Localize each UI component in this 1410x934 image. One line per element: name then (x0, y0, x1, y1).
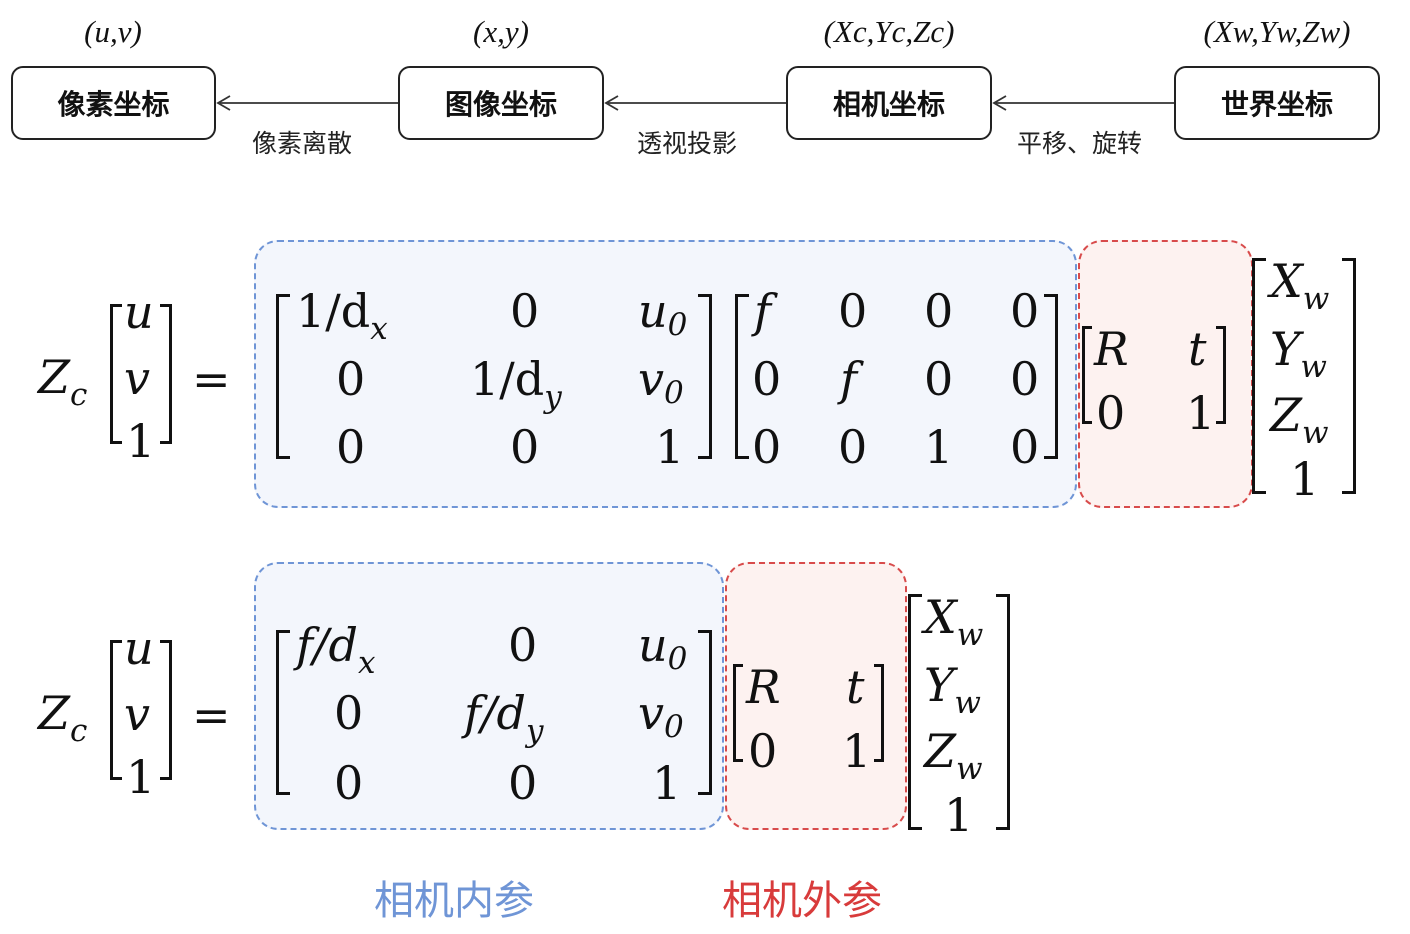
equals-sign-2: = (192, 688, 231, 742)
intrinsic-1-r1c2: v0 (638, 352, 684, 411)
pixel-vector-right-bracket-1 (160, 304, 172, 444)
world-vector-right-bracket-1 (1342, 258, 1356, 494)
extrinsic-left-bracket-1 (1082, 326, 1092, 424)
pixel-discretization-label: 像素离散 (252, 129, 353, 158)
extrinsic-parameters-caption: 相机外参 (722, 878, 882, 924)
projection-right-bracket (1044, 294, 1058, 459)
extrinsic-1-t: t (1188, 322, 1207, 376)
projection-r2c3: 0 (1010, 420, 1040, 474)
extrinsic-1-R: R (1094, 322, 1129, 376)
pixel-vector-one-1: 1 (126, 414, 156, 468)
intrinsic-left-bracket-1 (276, 294, 290, 459)
pixel-vector-left-bracket-1 (110, 304, 122, 444)
intrinsic-2-r2c0: 0 (334, 756, 364, 810)
intrinsic-2-r2c1: 0 (508, 756, 538, 810)
pixel-vector-v-2: v (124, 687, 150, 741)
projection-r1c2: 0 (924, 352, 954, 406)
intrinsic-1-r0c0: 1/dx (296, 284, 388, 347)
world-vector-1-xw: Xw (1270, 254, 1330, 317)
projection-r2c0: 0 (752, 420, 782, 474)
projection-r0c0: f (754, 284, 772, 338)
world-vector-1-yw: Yw (1270, 322, 1327, 385)
intrinsic-1-r1c1: 1/dy (470, 352, 562, 415)
world-vector-2-yw: Yw (924, 658, 981, 721)
intrinsic-right-bracket-2 (698, 630, 712, 795)
intrinsic-1-r2c2: 1 (655, 420, 685, 474)
pixel-vector-u-2: u (124, 621, 154, 675)
intrinsic-1-r2c0: 0 (336, 420, 366, 474)
world-vector-left-bracket-2 (908, 594, 922, 830)
intrinsic-1-r0c1: 0 (510, 284, 540, 338)
projection-r0c2: 0 (924, 284, 954, 338)
extrinsic-right-bracket-1 (1216, 326, 1226, 424)
pixel-vector-left-bracket-2 (110, 640, 122, 780)
pixel-vector-right-bracket-2 (160, 640, 172, 780)
extrinsic-2-one: 1 (842, 724, 872, 778)
intrinsic-2-r1c1: f/dy (464, 686, 544, 749)
extrinsic-2-R: R (746, 660, 781, 714)
scale-factor-zc-1: Zc (38, 350, 88, 413)
pixel-vector-one-2: 1 (126, 750, 156, 804)
projection-r0c1: 0 (838, 284, 868, 338)
intrinsic-right-bracket-1 (698, 294, 712, 459)
projection-r1c0: 0 (752, 352, 782, 406)
projection-r2c2: 1 (924, 420, 954, 474)
extrinsic-left-bracket-2 (733, 664, 743, 762)
extrinsic-right-bracket-2 (874, 664, 884, 762)
scale-factor-zc-2: Zc (38, 686, 88, 749)
intrinsic-1-r0c2: u0 (638, 284, 688, 343)
intrinsic-2-r1c0: 0 (334, 686, 364, 740)
intrinsic-2-r2c2: 1 (652, 756, 682, 810)
pixel-vector-v-1: v (124, 351, 150, 405)
projection-r1c1: f (840, 352, 858, 406)
pixel-vector-u-1: u (124, 285, 154, 339)
world-vector-right-bracket-2 (996, 594, 1010, 830)
intrinsic-2-r0c1: 0 (508, 618, 538, 672)
projection-left-bracket (735, 294, 749, 459)
equals-sign-1: = (192, 352, 231, 406)
intrinsic-parameters-caption: 相机内参 (374, 878, 534, 924)
world-vector-left-bracket-1 (1252, 258, 1266, 494)
extrinsic-1-one: 1 (1186, 386, 1216, 440)
projection-r1c3: 0 (1010, 352, 1040, 406)
world-vector-2-zw: Zw (924, 724, 983, 787)
perspective-projection-label: 透视投影 (637, 129, 738, 158)
intrinsic-left-bracket-2 (276, 630, 290, 795)
world-vector-2-xw: Xw (924, 590, 984, 653)
intrinsic-2-r1c2: v0 (638, 686, 684, 745)
extrinsic-2-zero: 0 (748, 724, 778, 778)
extrinsic-1-zero: 0 (1096, 386, 1126, 440)
intrinsic-1-r2c1: 0 (510, 420, 540, 474)
intrinsic-2-r0c0: f/dx (296, 618, 376, 681)
intrinsic-1-r1c0: 0 (336, 352, 366, 406)
world-vector-1-zw: Zw (1270, 388, 1329, 451)
projection-r0c3: 0 (1010, 284, 1040, 338)
intrinsic-2-r0c2: u0 (638, 618, 688, 677)
projection-r2c1: 0 (838, 420, 868, 474)
translation-rotation-label: 平移、旋转 (1017, 129, 1143, 158)
world-vector-2-one: 1 (944, 788, 974, 842)
world-vector-1-one: 1 (1290, 452, 1320, 506)
extrinsic-2-t: t (846, 660, 865, 714)
